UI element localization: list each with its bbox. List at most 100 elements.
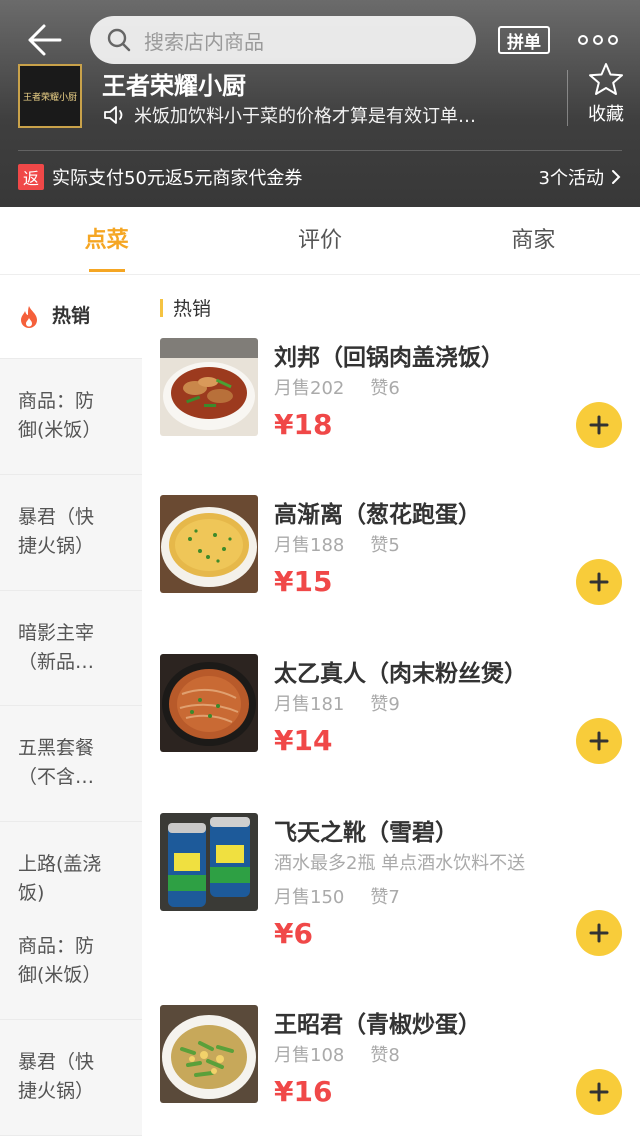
- monthly-sales: 月售202: [274, 378, 345, 399]
- favorite-label: 收藏: [588, 104, 624, 125]
- tab-reviews[interactable]: 评价: [213, 207, 426, 274]
- sidebar-item-label: 捷火锅）: [18, 1080, 95, 1102]
- tab-order[interactable]: 点菜: [0, 207, 213, 274]
- product-stats: 月售188 赞5: [274, 531, 400, 557]
- activities-label: 3个活动: [538, 168, 604, 189]
- like-count: 赞6: [370, 378, 400, 399]
- shop-header: 搜索店内商品 拼单 王者荣耀小厨 王者荣耀小厨 米饭加饮料小于菜的价格才算是有效…: [0, 0, 640, 207]
- product-price: ¥14: [274, 724, 333, 757]
- plus-icon: [589, 923, 609, 943]
- sidebar-item-label: 饭): [18, 882, 45, 904]
- sidebar-item-label: 暗影主宰: [18, 622, 95, 644]
- notice-text: 米饭加饮料小于菜的价格才算是有效订单…: [134, 106, 476, 127]
- product-stats: 月售181 赞9: [274, 690, 400, 716]
- product-image[interactable]: [160, 495, 258, 593]
- logo-text: 王者荣耀小厨: [22, 92, 77, 103]
- activities-link[interactable]: 3个活动: [539, 164, 622, 190]
- product-stats: 月售108 赞8: [274, 1041, 400, 1067]
- sidebar-item-label: 暴君（快: [18, 1051, 95, 1073]
- sidebar-item-hotpot[interactable]: 暴君（快 捷火锅）: [0, 475, 142, 591]
- product-item[interactable]: 王昭君（青椒炒蛋） 月售108 赞8 ¥16: [160, 1005, 630, 1115]
- sidebar-spacer: [18, 908, 124, 932]
- sidebar-item-label: （不含…: [18, 766, 95, 788]
- arrow-left-icon: [28, 24, 62, 56]
- product-name: 飞天之靴（雪碧）: [274, 820, 458, 846]
- shop-notice[interactable]: 米饭加饮料小于菜的价格才算是有效订单…: [102, 102, 522, 128]
- product-item[interactable]: 飞天之靴（雪碧） 酒水最多2瓶 单点酒水饮料不送 月售150 赞7 ¥6: [160, 813, 630, 958]
- product-name: 刘邦（回锅肉盖浇饭）: [274, 345, 504, 371]
- sidebar-item-label: （新品…: [18, 651, 95, 673]
- add-to-cart-button[interactable]: [576, 1069, 622, 1115]
- like-count: 赞9: [370, 694, 400, 715]
- product-stats: 月售150 赞7: [274, 883, 400, 909]
- add-to-cart-button[interactable]: [576, 402, 622, 448]
- divider: [567, 70, 568, 126]
- sidebar-item-label: 捷火锅）: [18, 535, 95, 557]
- product-price: ¥18: [274, 408, 333, 441]
- star-icon: [589, 63, 623, 95]
- monthly-sales: 月售108: [274, 1045, 345, 1066]
- product-price: ¥6: [274, 917, 313, 950]
- product-image[interactable]: [160, 1005, 258, 1103]
- fire-icon: [21, 305, 37, 328]
- sidebar-item-label: 御(米饭）: [18, 419, 102, 441]
- shop-logo: 王者荣耀小厨: [18, 64, 82, 128]
- search-icon: [107, 28, 131, 52]
- product-price: ¥16: [274, 1075, 333, 1108]
- sidebar-item-label: 五黑套餐: [18, 737, 95, 759]
- monthly-sales: 月售181: [274, 694, 345, 715]
- product-image[interactable]: [160, 813, 258, 911]
- more-icon[interactable]: [578, 30, 618, 50]
- sidebar-item-combo[interactable]: 五黑套餐 （不含…: [0, 706, 142, 822]
- sidebar-item-label: 暴君（快: [18, 506, 95, 528]
- search-placeholder: 搜索店内商品: [144, 29, 264, 54]
- add-to-cart-button[interactable]: [576, 559, 622, 605]
- section-title-label: 热销: [173, 298, 212, 320]
- product-name: 太乙真人（肉末粉丝煲）: [274, 661, 527, 687]
- plus-icon: [589, 415, 609, 435]
- product-stats: 月售202 赞6: [274, 374, 400, 400]
- rebate-badge: 返: [18, 164, 44, 190]
- plus-icon: [589, 572, 609, 592]
- product-item[interactable]: 太乙真人（肉末粉丝煲） 月售181 赞9 ¥14: [160, 654, 630, 764]
- product-price: ¥15: [274, 565, 333, 598]
- sidebar-item-hotpot-2[interactable]: 暴君（快 捷火锅）: [0, 1020, 142, 1136]
- monthly-sales: 月售150: [274, 887, 345, 908]
- speaker-icon: [104, 106, 123, 124]
- like-count: 赞7: [370, 887, 400, 908]
- product-item[interactable]: 高渐离（葱花跑蛋） 月售188 赞5 ¥15: [160, 495, 630, 605]
- sidebar-item-label: 商品：防: [18, 935, 95, 957]
- promo-bar[interactable]: 返 实际支付50元返5元商家代金券 3个活动: [18, 164, 622, 190]
- sidebar-item-label: 上路(盖浇: [18, 853, 102, 875]
- product-item[interactable]: 刘邦（回锅肉盖浇饭） 月售202 赞6 ¥18: [160, 338, 630, 448]
- product-name: 高渐离（葱花跑蛋）: [274, 502, 481, 528]
- product-image[interactable]: [160, 654, 258, 752]
- product-name: 王昭君（青椒炒蛋）: [274, 1012, 481, 1038]
- sidebar-item-label: 御(米饭）: [18, 964, 102, 986]
- tab-merchant[interactable]: 商家: [427, 207, 640, 274]
- add-to-cart-button[interactable]: [576, 718, 622, 764]
- product-image[interactable]: [160, 338, 258, 436]
- group-order-button[interactable]: 拼单: [498, 26, 550, 54]
- chevron-right-icon: [612, 170, 621, 184]
- tab-bar: 点菜 评价 商家: [0, 207, 640, 275]
- sidebar-item-label: 商品：防: [18, 390, 95, 412]
- shop-name: 王者荣耀小厨: [102, 72, 246, 100]
- favorite-button[interactable]: 收藏: [584, 62, 628, 126]
- back-button[interactable]: [24, 22, 64, 58]
- like-count: 赞8: [370, 1045, 400, 1066]
- section-title: 热销: [160, 294, 211, 321]
- sidebar-item-new[interactable]: 暗影主宰 （新品…: [0, 591, 142, 706]
- sidebar-item-rice[interactable]: 商品：防 御(米饭）: [0, 359, 142, 475]
- category-sidebar: 热销 商品：防 御(米饭） 暴君（快 捷火锅） 暗影主宰 （新品… 五黑套餐 （…: [0, 275, 142, 1136]
- promo-text: 实际支付50元返5元商家代金券: [52, 168, 303, 189]
- product-note: 酒水最多2瓶 单点酒水饮料不送: [274, 853, 526, 874]
- search-input[interactable]: 搜索店内商品: [90, 16, 476, 64]
- add-to-cart-button[interactable]: [576, 910, 622, 956]
- like-count: 赞5: [370, 535, 400, 556]
- plus-icon: [589, 1082, 609, 1102]
- sidebar-item-label: 热销: [52, 305, 91, 327]
- sidebar-item-rice-bowl[interactable]: 上路(盖浇 饭) 商品：防 御(米饭）: [0, 822, 142, 1020]
- divider: [18, 150, 622, 151]
- sidebar-item-hot[interactable]: 热销: [0, 275, 142, 359]
